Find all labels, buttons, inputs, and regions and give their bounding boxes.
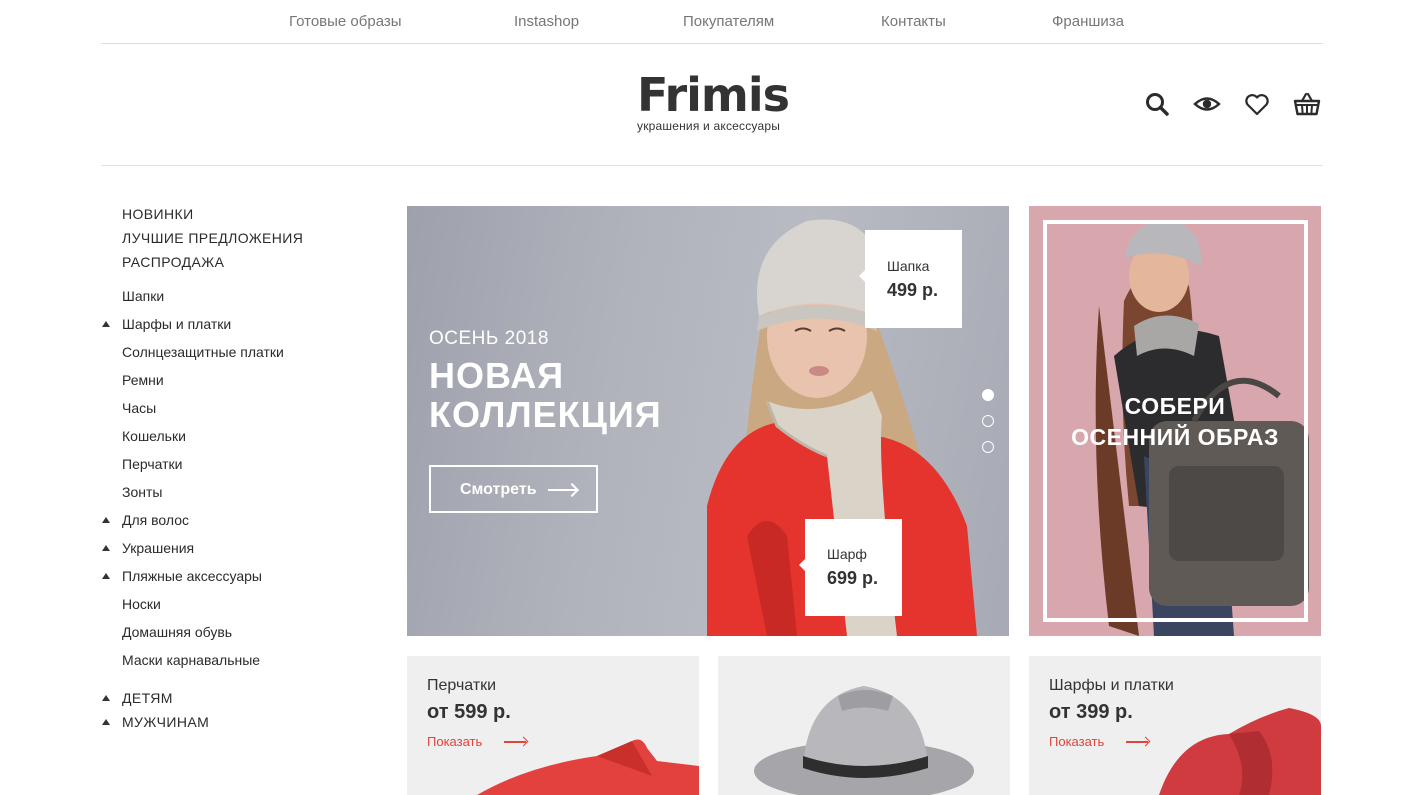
slider-dot-1[interactable]: [982, 389, 994, 401]
heart-icon[interactable]: [1243, 90, 1271, 118]
hero-title: НОВАЯ КОЛЛЕКЦИЯ: [429, 356, 662, 434]
slider-dot-2[interactable]: [982, 415, 994, 427]
expand-arrow-icon[interactable]: [102, 719, 110, 725]
expand-arrow-icon[interactable]: [102, 517, 110, 523]
topnav-ready-looks[interactable]: Готовые образы: [289, 13, 402, 30]
arrow-right-icon: [548, 489, 576, 491]
logo-tagline: украшения и аксессуары: [637, 119, 781, 133]
category-card-gloves[interactable]: Перчатки от 599 р. Показать: [407, 656, 699, 795]
logo[interactable]: Frimis украшения и аксессуары: [637, 72, 797, 133]
hero-title-line1: НОВАЯ: [429, 355, 565, 396]
logo-name: Frimis: [637, 68, 790, 122]
header-icons: [1143, 90, 1323, 120]
scarf-image: [1159, 708, 1321, 795]
hero-subtitle: ОСЕНЬ 2018: [429, 328, 549, 349]
category-card-hats[interactable]: [718, 656, 1010, 795]
topnav-contacts[interactable]: Контакты: [881, 13, 946, 30]
hero-title-line2: КОЛЛЕКЦИЯ: [429, 394, 662, 435]
eye-icon[interactable]: [1193, 90, 1221, 118]
category-card-scarves[interactable]: Шарфы и платки от 399 р. Показать: [1029, 656, 1321, 795]
topnav-customers[interactable]: Покупателям: [683, 13, 774, 30]
topnav-instashop[interactable]: Instashop: [514, 13, 579, 30]
price-tag-hat[interactable]: Шапка 499 р.: [859, 230, 962, 328]
site-header: Frimis украшения и аксессуары: [101, 44, 1323, 166]
slider-dot-3[interactable]: [982, 441, 994, 453]
search-icon[interactable]: [1143, 90, 1171, 118]
topnav-franchise[interactable]: Франшиза: [1052, 13, 1124, 30]
gloves-image: [477, 739, 699, 795]
price-tag-scarf[interactable]: Шарф 699 р.: [799, 519, 902, 616]
hat-image: [754, 686, 974, 795]
top-nav: Готовые образы Instashop Покупателям Кон…: [101, 0, 1323, 44]
expand-arrow-icon[interactable]: [102, 321, 110, 327]
hero-banner[interactable]: ОСЕНЬ 2018 НОВАЯ КОЛЛЕКЦИЯ Смотреть Шапк…: [407, 206, 1009, 636]
promo-autumn-look[interactable]: СОБЕРИ ОСЕННИЙ ОБРАЗ: [1029, 206, 1321, 636]
expand-arrow-icon[interactable]: [102, 573, 110, 579]
hero-view-button[interactable]: Смотреть: [429, 465, 598, 513]
promo-title: СОБЕРИ ОСЕННИЙ ОБРАЗ: [1071, 393, 1279, 450]
basket-icon[interactable]: [1293, 90, 1321, 118]
expand-arrow-icon[interactable]: [102, 695, 110, 701]
expand-arrow-icon[interactable]: [102, 545, 110, 551]
